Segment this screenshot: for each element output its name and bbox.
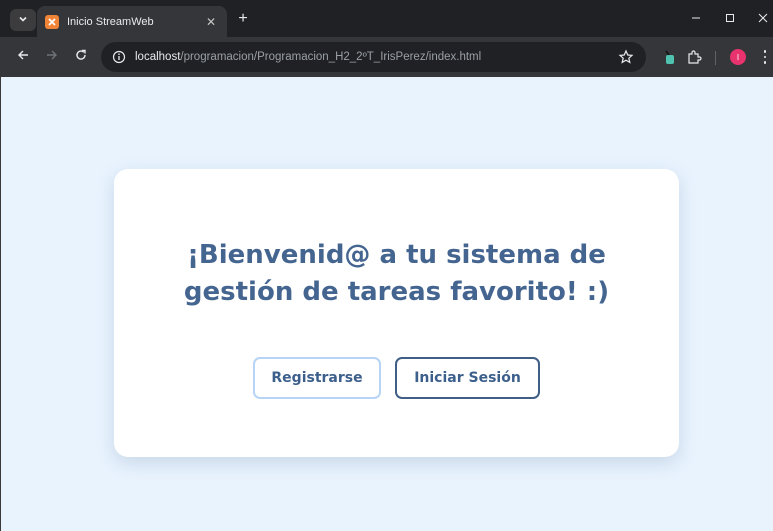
welcome-card: ¡Bienvenid@ a tu sistema de gestión de t… [114,169,679,457]
avatar[interactable]: I [730,49,746,65]
browser-toolbar: localhost/programacion/Programacion_H2_2… [0,37,773,77]
login-button[interactable]: Iniciar Sesión [395,357,540,399]
url-host: localhost [135,51,181,63]
minimize-icon [691,10,701,28]
page-title: ¡Bienvenid@ a tu sistema de gestión de t… [183,240,610,307]
reload-icon [75,48,87,66]
new-tab-button[interactable]: + [234,10,252,28]
star-icon[interactable] [618,49,634,65]
xampp-icon [45,14,59,29]
arrow-right-icon [46,48,58,66]
minimize-button[interactable] [686,10,706,28]
tab-search-button[interactable] [10,9,36,31]
reload-button[interactable] [72,48,90,66]
tab-title: Inicio StreamWeb [67,15,154,28]
close-window-button[interactable] [753,10,773,28]
chevron-down-icon [18,11,28,29]
forward-button[interactable] [43,48,61,66]
close-icon [758,10,768,28]
puzzle-icon[interactable] [686,49,702,65]
toolbar-divider [715,51,716,65]
back-button[interactable] [14,48,32,66]
browser-tab[interactable]: Inicio StreamWeb ✕ [37,6,227,37]
url-text: localhost/programacion/Programacion_H2_2… [135,51,481,63]
info-icon[interactable] [111,49,127,65]
url-path: /programacion/Programacion_H2_2ºT_IrisPe… [180,51,482,63]
title-bar: Inicio StreamWeb ✕ + [0,0,773,37]
arrow-left-icon [17,48,29,66]
maximize-button[interactable] [720,10,740,28]
tab-close-button[interactable]: ✕ [203,15,219,29]
extension-icon[interactable] [662,49,678,65]
page-viewport: ¡Bienvenid@ a tu sistema de gestión de t… [0,77,773,531]
address-bar[interactable]: localhost/programacion/Programacion_H2_2… [101,42,646,72]
register-button[interactable]: Registrarse [253,357,381,399]
maximize-icon [725,10,735,28]
auth-actions: Registrarse Iniciar Sesión [253,357,540,399]
more-vert-icon[interactable] [760,49,770,65]
